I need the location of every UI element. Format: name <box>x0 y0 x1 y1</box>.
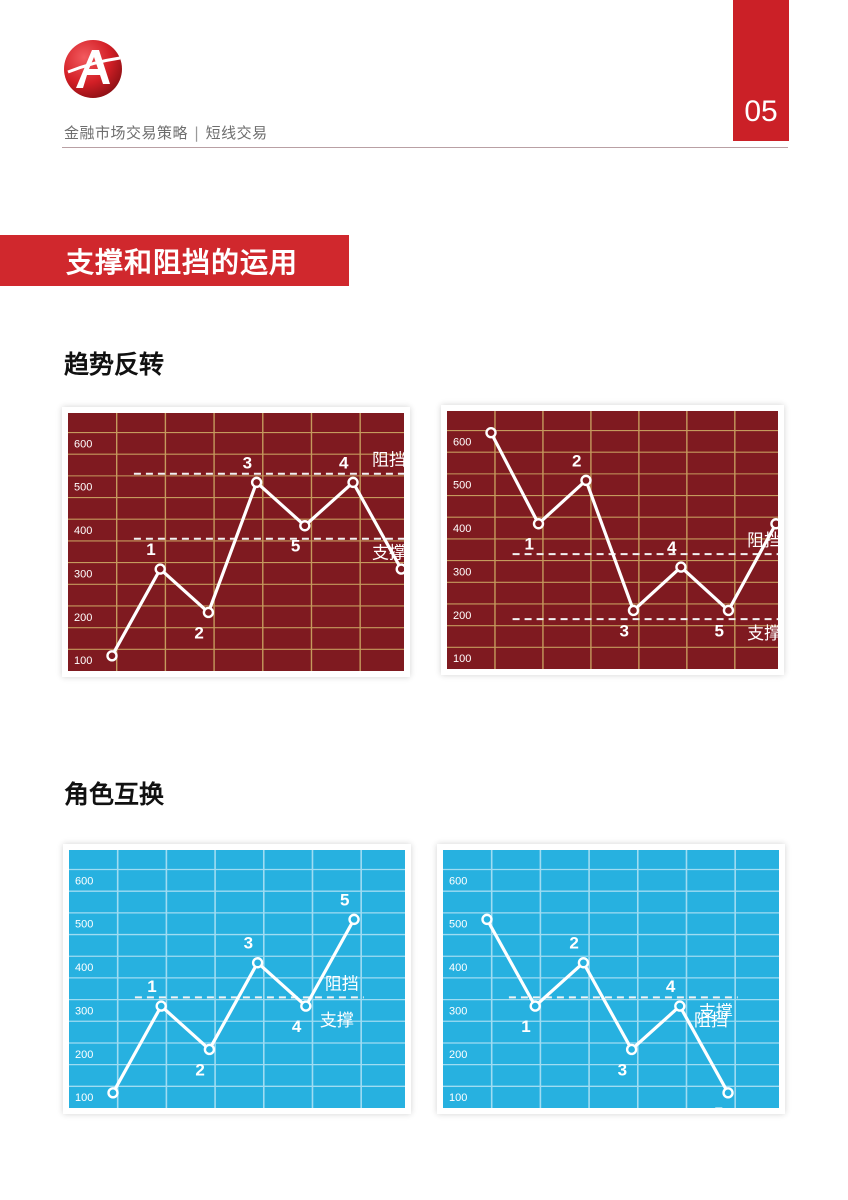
point-label: 5 <box>714 1104 723 1108</box>
data-point <box>251 957 264 969</box>
section-title: 支撑和阻挡的运用 <box>66 246 299 279</box>
y-tick-label: 600 <box>74 438 92 450</box>
heading-trend-reversal: 趋势反转 <box>64 350 165 379</box>
point-label: 2 <box>572 451 581 470</box>
data-point <box>155 1000 167 1012</box>
data-point <box>348 913 360 926</box>
resistance-label: 阻挡 <box>325 974 359 994</box>
y-tick-label: 600 <box>75 875 93 887</box>
chart-role-reversal-up: 600 500 400 300 200 100 1 2 3 4 5 阻挡支撑 <box>63 844 411 1114</box>
data-point <box>770 518 778 530</box>
point-label: 5 <box>291 537 300 556</box>
point-label: 3 <box>243 453 252 472</box>
y-tick-label: 200 <box>74 612 92 624</box>
data-point <box>202 606 215 619</box>
data-point <box>722 1087 734 1099</box>
data-point <box>532 518 545 530</box>
heading-role-reversal: 角色互换 <box>64 780 165 809</box>
data-point <box>577 957 590 969</box>
point-label: 4 <box>667 538 677 557</box>
y-tick-label: 400 <box>449 962 467 974</box>
header-section: 短线交易 <box>205 124 268 142</box>
y-tick-label: 100 <box>74 655 92 667</box>
y-tick-label: 500 <box>75 919 93 931</box>
point-label: 4 <box>339 453 349 472</box>
annotation-label: 阻挡 <box>694 1011 728 1031</box>
point-label: 3 <box>618 1060 627 1079</box>
header-brand: 金融市场交易策略 <box>64 124 189 142</box>
y-tick-label: 600 <box>449 875 467 887</box>
chart-plot: 60050040030020010012345支撑阻挡 <box>443 850 779 1108</box>
data-point <box>529 1000 541 1012</box>
data-point <box>106 650 118 662</box>
point-label: 5 <box>714 621 723 640</box>
y-tick-label: 400 <box>75 962 93 974</box>
chart-plot: 600 500 400 300 200 100 1 2 3 4 5 阻挡支撑 <box>447 411 778 669</box>
support-label: 支撑 <box>372 544 404 564</box>
y-tick-label: 100 <box>453 653 471 665</box>
data-point <box>107 1087 119 1099</box>
data-point <box>395 563 404 575</box>
y-tick-label: 300 <box>75 1005 93 1017</box>
point-label: 5 <box>340 890 349 909</box>
point-label: 1 <box>146 540 155 559</box>
page-number-tab: 05 <box>733 0 789 141</box>
y-tick-label: 300 <box>74 568 92 580</box>
y-tick-label: 100 <box>449 1092 467 1104</box>
data-point <box>627 604 640 617</box>
y-tick-label: 300 <box>453 566 471 578</box>
data-point <box>674 1000 686 1012</box>
data-point <box>485 426 497 439</box>
point-label: 3 <box>619 621 628 640</box>
point-label: 1 <box>524 535 533 554</box>
page-number: 05 <box>744 95 778 128</box>
data-point <box>481 913 493 926</box>
y-tick-label: 200 <box>449 1049 467 1061</box>
point-label: 2 <box>569 934 578 953</box>
section-title-bar: 支撑和阻挡的运用 <box>0 235 349 286</box>
chart-trend-reversal-down: 600 500 400 300 200 100 1 2 3 4 5 阻挡支撑 <box>441 405 784 675</box>
point-label: 4 <box>666 977 676 996</box>
chart-plot: 600 500 400 300 200 100 1 2 3 4 5 阻挡支撑 <box>69 850 405 1108</box>
data-point <box>250 476 263 489</box>
data-point <box>722 604 735 617</box>
chart-background <box>447 411 778 669</box>
resistance-label: 阻挡 <box>747 531 778 551</box>
header-breadcrumb: 金融市场交易策略 | 短线交易 <box>64 122 268 143</box>
chart-plot: 600 500 400 300 200 100 1 2 3 4 5 阻挡支撑 <box>68 413 404 671</box>
support-label: 支撑 <box>747 624 778 644</box>
y-tick-label: 500 <box>74 482 92 494</box>
point-label: 4 <box>292 1017 302 1036</box>
data-point <box>675 561 687 573</box>
data-point <box>154 563 166 575</box>
data-point <box>300 1000 312 1012</box>
point-label: 2 <box>195 1060 204 1079</box>
data-point <box>625 1043 638 1056</box>
y-tick-label: 400 <box>74 525 92 537</box>
data-point <box>203 1043 216 1056</box>
y-tick-label: 500 <box>453 480 471 492</box>
y-tick-label: 300 <box>449 1005 467 1017</box>
point-label: 3 <box>244 934 253 953</box>
y-tick-label: 100 <box>75 1092 93 1104</box>
data-point <box>347 476 359 489</box>
y-tick-label: 400 <box>453 523 471 535</box>
y-tick-label: 600 <box>453 436 471 448</box>
point-label: 1 <box>521 1017 530 1036</box>
chart-trend-reversal-up: 600 500 400 300 200 100 1 2 3 4 5 阻挡支撑 <box>62 407 410 677</box>
header-separator: | <box>194 124 200 142</box>
chart-role-reversal-down: 60050040030020010012345支撑阻挡 <box>437 844 785 1114</box>
resistance-label: 阻挡 <box>372 451 404 471</box>
y-tick-label: 200 <box>75 1049 93 1061</box>
header-divider <box>62 147 788 148</box>
data-point <box>299 520 311 532</box>
y-tick-label: 200 <box>453 610 471 622</box>
chart-background <box>443 850 779 1108</box>
point-label: 1 <box>147 977 156 996</box>
data-point <box>580 474 592 487</box>
company-logo <box>64 40 122 98</box>
annotation-label: 支撑 <box>320 1011 354 1031</box>
point-label: 2 <box>194 623 203 642</box>
y-tick-label: 500 <box>449 919 467 931</box>
